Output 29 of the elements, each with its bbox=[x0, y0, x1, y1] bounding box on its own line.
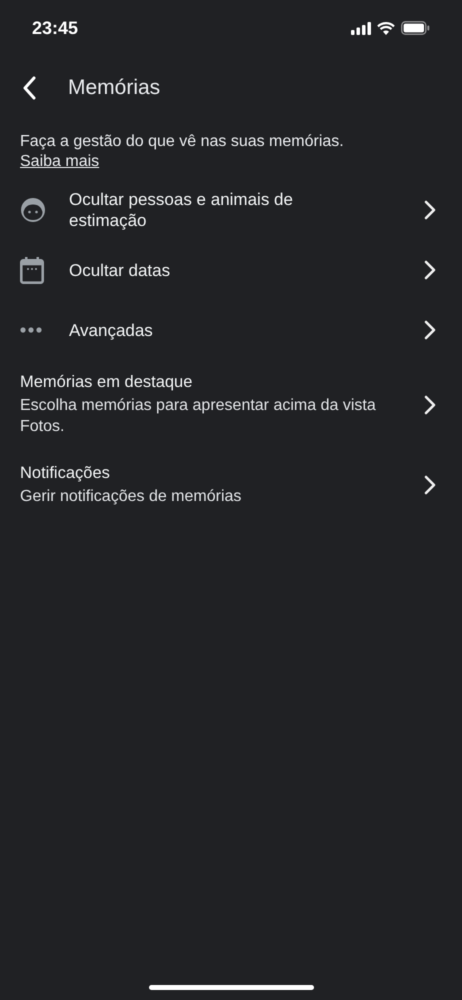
item-title: Notificações bbox=[20, 463, 111, 484]
intro-text: Faça a gestão do que vê nas suas memórias. bbox=[20, 132, 344, 152]
settings-item[interactable]: Notificações Gerir notificações de memórias bbox=[0, 451, 462, 521]
page-title: Memórias bbox=[68, 76, 160, 100]
face-icon bbox=[20, 197, 46, 223]
signal-icon bbox=[351, 22, 371, 34]
chevron-icon bbox=[424, 260, 436, 280]
chevron-icon bbox=[424, 320, 436, 340]
chevron-icon bbox=[424, 394, 436, 414]
item-title: Ocultar datas bbox=[69, 260, 172, 280]
chevron-icon bbox=[424, 475, 436, 495]
back-button[interactable] bbox=[22, 76, 36, 100]
learn-more-link[interactable]: Saiba mais bbox=[20, 152, 100, 172]
item-title: Ocultar pessoas e animais de estimação bbox=[69, 189, 294, 231]
calendar-icon bbox=[20, 256, 44, 284]
item-description: Gerir notificações de memórias bbox=[20, 487, 242, 507]
settings-item[interactable]: Memórias em destaque Escolha memórias para apresentar acima da vista Fotos. bbox=[0, 360, 462, 451]
settings-item[interactable]: Avançadas bbox=[0, 300, 462, 360]
item-title: Avançadas bbox=[69, 320, 154, 340]
settings-item[interactable]: Ocultar pessoas e animais de estimação bbox=[0, 180, 462, 240]
battery-icon bbox=[401, 21, 430, 35]
more-icon bbox=[20, 327, 42, 333]
back-icon bbox=[22, 76, 36, 100]
item-description: Escolha memórias para apresentar acima da vista Fotos. bbox=[20, 396, 377, 437]
chevron-icon bbox=[424, 200, 436, 220]
item-title: Memórias em destaque bbox=[20, 372, 194, 393]
settings-item[interactable]: Ocultar datas bbox=[0, 240, 462, 300]
status-time: 23:45 bbox=[32, 18, 78, 38]
wifi-icon bbox=[377, 22, 395, 34]
